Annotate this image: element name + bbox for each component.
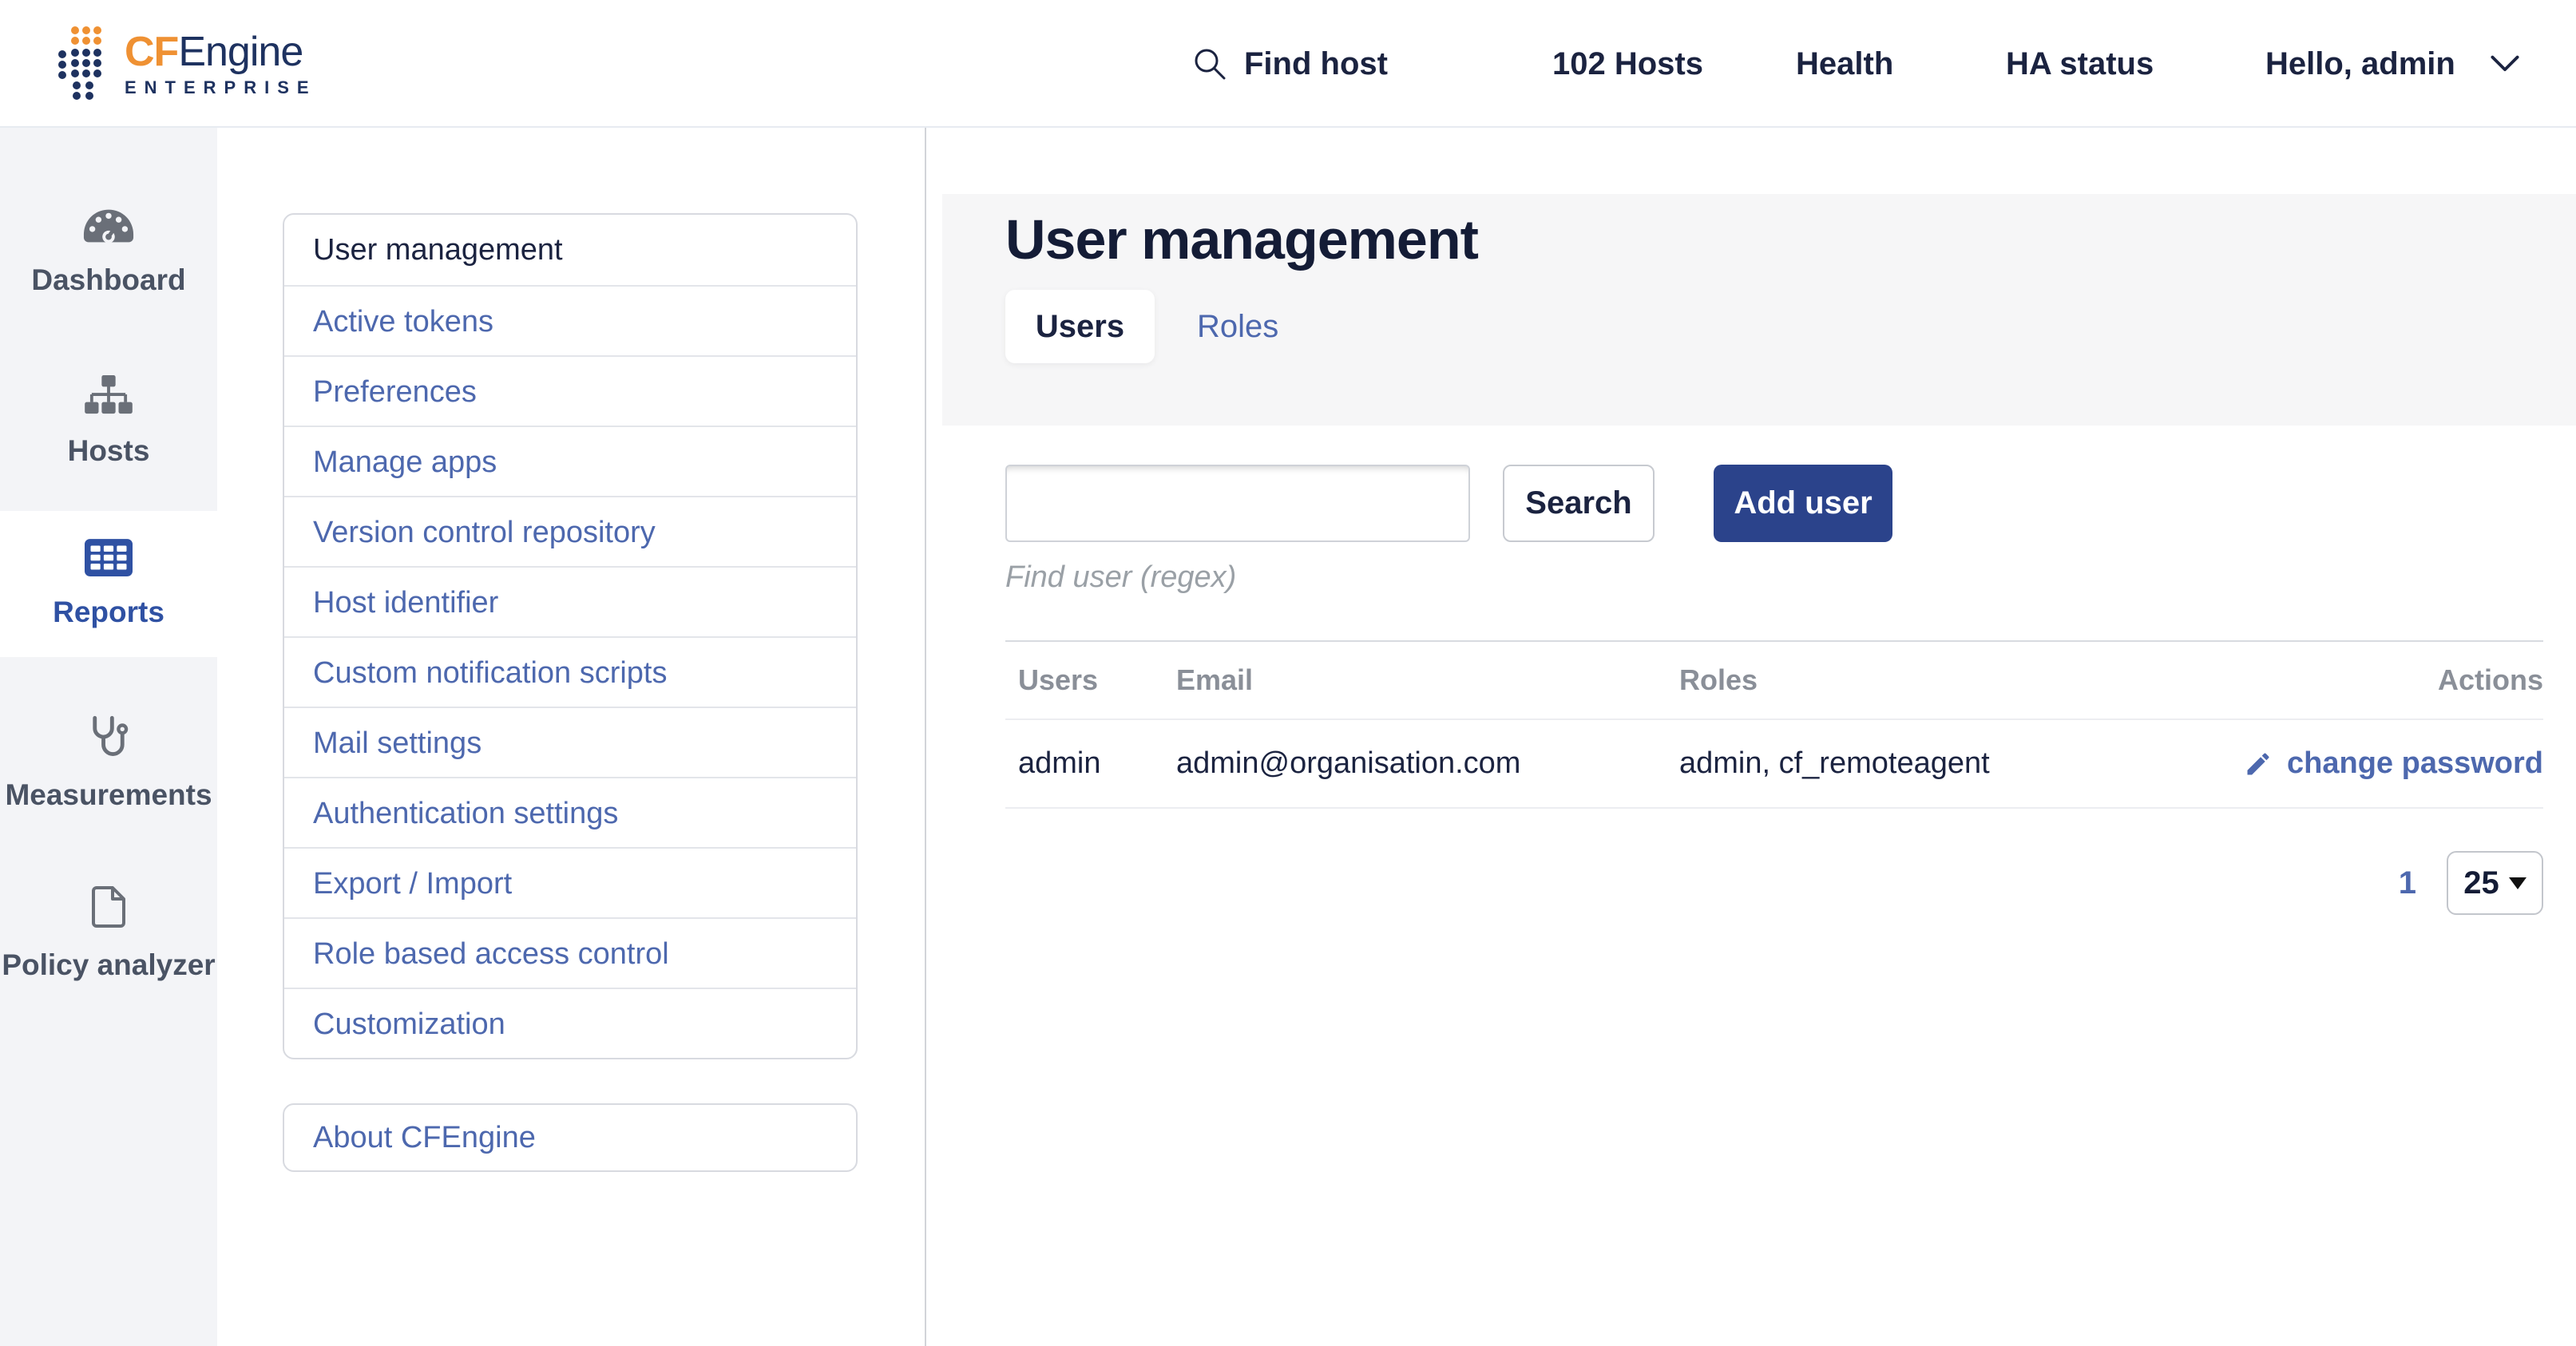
page-size-value: 25 [2463, 865, 2499, 901]
tab-users[interactable]: Users [1005, 290, 1155, 363]
hosts-count-nav[interactable]: 102 Hosts [1552, 0, 1703, 128]
page-title: User management [1005, 205, 1478, 274]
chevron-down-icon [2491, 55, 2519, 73]
tab-roles[interactable]: Roles [1197, 290, 1278, 363]
menu-item-user-management[interactable]: User management [284, 215, 856, 285]
col-header-actions: Actions [2438, 663, 2543, 697]
main-content: User management Users Roles Search Add u… [926, 128, 2576, 1346]
health-label: Health [1796, 46, 1893, 82]
stethoscope-icon [86, 715, 131, 759]
menu-item-active-tokens[interactable]: Active tokens [284, 285, 856, 355]
menu-item-mail-settings[interactable]: Mail settings [284, 707, 856, 777]
menu-item-role-based-access-control[interactable]: Role based access control [284, 917, 856, 988]
health-nav[interactable]: Health [1796, 0, 1893, 128]
settings-menu-card: User management Active tokens Preference… [283, 213, 858, 1059]
sidebar-item-label: Policy analyzer [2, 948, 215, 982]
page-size-dropdown[interactable]: 25 [2447, 851, 2543, 915]
pencil-icon [2244, 750, 2273, 778]
tab-users-label: Users [1036, 309, 1124, 345]
menu-item-export-import[interactable]: Export / Import [284, 847, 856, 917]
table-grid-icon [85, 539, 133, 576]
col-header-users: Users [1005, 663, 1176, 697]
search-icon [1191, 46, 1228, 82]
cell-roles: admin, cf_remoteagent [1679, 746, 2244, 781]
menu-item-about-cfengine[interactable]: About CFEngine [283, 1103, 858, 1172]
ha-status-nav[interactable]: HA status [2006, 0, 2154, 128]
brand-subtitle: ENTERPRISE [125, 77, 317, 98]
cfengine-logo: CFEngine ENTERPRISE [57, 0, 317, 128]
sidebar-item-label: Measurements [5, 778, 212, 812]
menu-item-authentication-settings[interactable]: Authentication settings [284, 777, 856, 847]
sidebar-item-dashboard[interactable]: Dashboard [0, 208, 217, 297]
find-user-input[interactable] [1005, 465, 1470, 542]
col-header-email: Email [1176, 663, 1679, 697]
page-number[interactable]: 1 [2399, 865, 2416, 901]
add-user-button[interactable]: Add user [1714, 465, 1892, 542]
brand-cf: CF [125, 29, 178, 75]
sidebar-item-hosts[interactable]: Hosts [0, 375, 217, 468]
menu-item-preferences[interactable]: Preferences [284, 355, 856, 426]
users-table-header: Users Email Roles Actions [1005, 640, 2543, 719]
sitemap-icon [84, 375, 133, 415]
page-header-band: User management Users Roles [942, 194, 2576, 426]
pagination: 1 25 [2399, 851, 2543, 915]
sidebar-item-reports[interactable]: Reports [0, 511, 217, 657]
sidebar-item-policy-analyzer[interactable]: Policy analyzer [0, 886, 217, 982]
hosts-count-label: 102 Hosts [1552, 46, 1703, 82]
find-host-label: Find host [1244, 46, 1388, 82]
menu-item-version-control-repository[interactable]: Version control repository [284, 496, 856, 566]
ha-status-label: HA status [2006, 46, 2154, 82]
cfengine-logo-icon [57, 26, 107, 102]
settings-menu-panel: User management Active tokens Preference… [217, 128, 925, 1346]
menu-item-custom-notification-scripts[interactable]: Custom notification scripts [284, 636, 856, 707]
user-greeting-label: Hello, admin [2265, 46, 2455, 82]
sidebar-item-label: Reports [53, 596, 164, 629]
top-nav: CFEngine ENTERPRISE Find host 102 Hosts … [0, 0, 2576, 128]
menu-item-manage-apps[interactable]: Manage apps [284, 426, 856, 496]
find-user-hint: Find user (regex) [1005, 560, 1236, 595]
document-icon [89, 886, 128, 929]
sidebar-item-label: Hosts [68, 434, 150, 468]
brand-engine: Engine [178, 29, 303, 75]
change-password-label: change password [2287, 746, 2543, 781]
users-table: Users Email Roles Actions admin admin@or… [1005, 640, 2543, 809]
sidebar: Dashboard Hosts Reports [0, 128, 217, 1346]
user-menu[interactable]: Hello, admin [2265, 0, 2519, 128]
change-password-link[interactable]: change password [2244, 746, 2543, 781]
cell-email: admin@organisation.com [1176, 746, 1679, 781]
search-button[interactable]: Search [1503, 465, 1655, 542]
sidebar-item-measurements[interactable]: Measurements [0, 715, 217, 812]
cell-username: admin [1005, 746, 1176, 781]
menu-item-customization[interactable]: Customization [284, 988, 856, 1058]
find-host-nav[interactable]: Find host [1191, 0, 1388, 128]
sidebar-item-label: Dashboard [31, 263, 185, 297]
dashboard-gauge-icon [82, 208, 135, 244]
col-header-roles: Roles [1679, 663, 2438, 697]
table-row: admin admin@organisation.com admin, cf_r… [1005, 719, 2543, 809]
caret-down-icon [2509, 877, 2526, 889]
tab-roles-label: Roles [1197, 309, 1278, 345]
menu-item-host-identifier[interactable]: Host identifier [284, 566, 856, 636]
